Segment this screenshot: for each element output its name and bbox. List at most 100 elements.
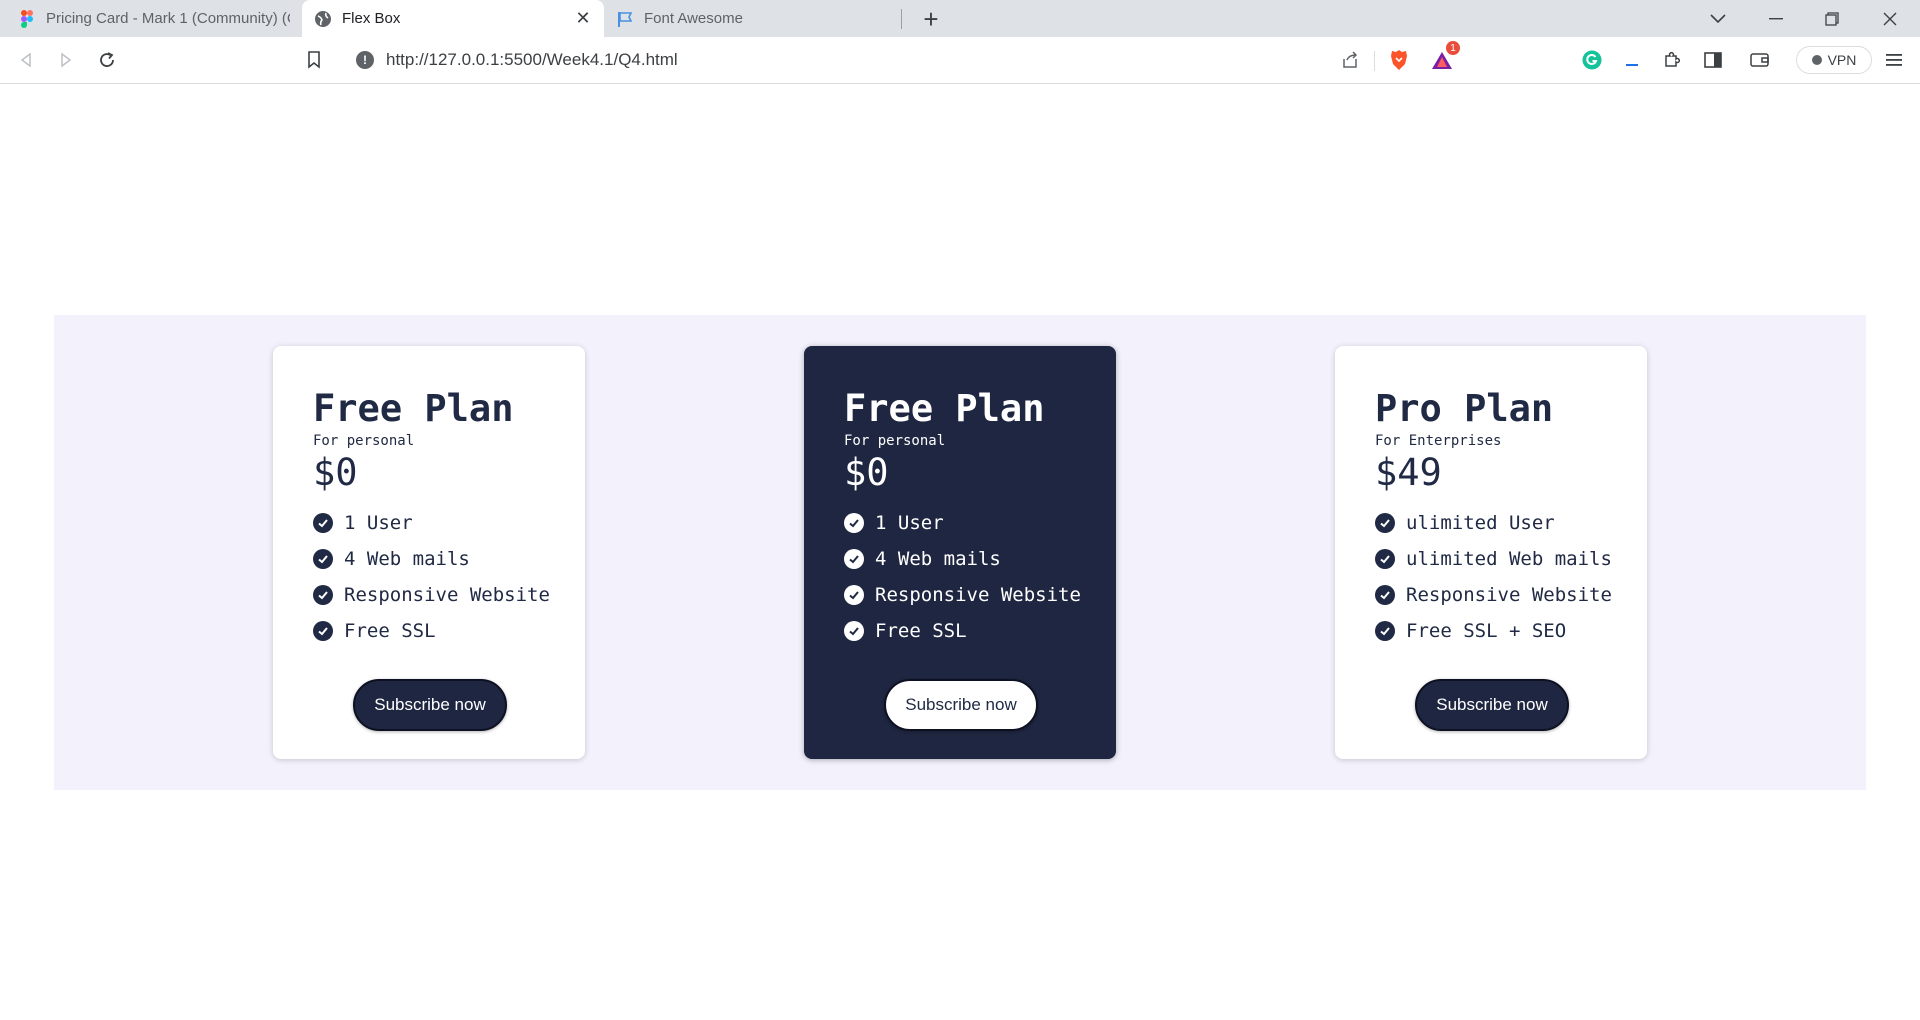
feature-item: Responsive Website [844,577,1116,613]
brave-rewards-button[interactable]: 1 [1428,41,1460,74]
restore-button[interactable] [1804,0,1860,37]
wallet-icon [1750,53,1769,67]
feature-item: Responsive Website [313,577,585,613]
minimize-icon [1769,17,1783,19]
plan-title: Free Plan [313,387,514,430]
window-close-button[interactable] [1862,0,1918,37]
plan-title: Free Plan [844,387,1045,430]
check-circle-icon [1375,513,1395,533]
chevron-down-icon [1710,13,1726,23]
sidebar-button[interactable] [1699,46,1727,74]
share-button[interactable] [1336,46,1364,74]
check-circle-icon [313,513,333,533]
check-circle-icon [313,549,333,569]
toolbar-divider [1374,51,1375,71]
brave-shields-button[interactable] [1385,46,1413,74]
extension-button[interactable] [1618,46,1646,74]
feature-item: 1 User [313,505,585,541]
check-circle-icon [313,585,333,605]
feature-item: 4 Web mails [313,541,585,577]
menu-button[interactable] [1880,46,1908,74]
feature-label: 1 User [344,512,413,534]
extensions-button[interactable] [1658,46,1686,74]
feature-item: ulimited User [1375,505,1647,541]
plan-price: $0 [313,451,358,494]
vpn-status-icon [1811,55,1822,65]
pricing-card-pro: Pro Plan For Enterprises $49 ulimited Us… [1335,346,1647,759]
feature-item: 4 Web mails [844,541,1116,577]
subscribe-button[interactable]: Subscribe now [884,679,1038,731]
plan-subtitle: For personal [844,433,946,449]
restore-icon [1825,11,1839,26]
tab-title: Pricing Card - Mark 1 (Community) (Co [46,10,290,27]
plan-price: $0 [844,451,889,494]
check-circle-icon [1375,585,1395,605]
tab-flex-box[interactable]: Flex Box ✕ [302,0,604,37]
feature-list: 1 User 4 Web mails Responsive Website Fr… [313,505,585,649]
feature-item: ulimited Web mails [1375,541,1647,577]
feature-label: Responsive Website [344,584,550,606]
back-icon [20,52,31,68]
feature-label: 4 Web mails [875,548,1001,570]
bookmark-button[interactable] [300,46,328,74]
feature-label: ulimited Web mails [1406,548,1612,570]
feature-item: Free SSL [313,613,585,649]
brave-lion-icon [1391,50,1407,70]
pricing-section: Free Plan For personal $0 1 User 4 Web m… [54,315,1866,790]
feature-label: 4 Web mails [344,548,470,570]
address-bar[interactable]: ! http://127.0.0.1:5500/Week4.1/Q4.html [342,43,1462,77]
plan-subtitle: For personal [313,433,415,449]
tab-pricing-card[interactable]: Pricing Card - Mark 1 (Community) (Co [6,0,302,37]
feature-item: 1 User [844,505,1116,541]
subscribe-button[interactable]: Subscribe now [353,679,507,731]
feature-label: Free SSL [344,620,436,642]
check-circle-icon [844,549,864,569]
close-icon[interactable]: ✕ [574,8,592,28]
plan-title: Pro Plan [1375,387,1554,430]
tab-title: Flex Box [342,10,401,27]
reload-button[interactable] [93,46,121,74]
vpn-button[interactable]: VPN [1796,46,1872,74]
url-text[interactable]: http://127.0.0.1:5500/Week4.1/Q4.html [386,50,678,70]
check-circle-icon [844,513,864,533]
plan-price: $49 [1375,451,1442,494]
feature-list: 1 User 4 Web mails Responsive Website Fr… [844,505,1116,649]
underscore-icon [1626,64,1638,66]
check-circle-icon [1375,549,1395,569]
bookmark-icon [308,51,320,69]
browser-toolbar: ! http://127.0.0.1:5500/Week4.1/Q4.html … [0,37,1920,84]
feature-label: Free SSL + SEO [1406,620,1567,642]
info-icon[interactable]: ! [356,51,374,69]
forward-icon [61,52,72,68]
vpn-label: VPN [1827,52,1857,68]
feature-label: Responsive Website [875,584,1081,606]
subscribe-button[interactable]: Subscribe now [1415,679,1569,731]
close-icon [1883,12,1897,25]
feature-item: Free SSL [844,613,1116,649]
tab-strip: Pricing Card - Mark 1 (Community) (Co Fl… [0,0,1920,37]
tab-search-button[interactable] [1690,0,1746,37]
back-button[interactable] [12,46,40,74]
flag-icon [616,10,634,28]
pricing-card-free-dark: Free Plan For personal $0 1 User 4 Web m… [804,346,1116,759]
grammarly-button[interactable] [1578,46,1606,74]
notification-badge: 1 [1446,41,1460,55]
minimize-button[interactable] [1748,0,1804,37]
check-circle-icon [844,585,864,605]
feature-label: ulimited User [1406,512,1555,534]
hamburger-icon [1886,54,1902,66]
share-icon [1343,51,1358,68]
tab-font-awesome[interactable]: Font Awesome [604,0,900,37]
check-circle-icon [844,621,864,641]
check-circle-icon [1375,621,1395,641]
forward-button[interactable] [52,46,80,74]
new-tab-button[interactable]: + [916,4,946,34]
feature-item: Free SSL + SEO [1375,613,1647,649]
grammarly-icon [1582,50,1602,70]
puzzle-icon [1665,51,1681,67]
feature-label: Free SSL [875,620,967,642]
figma-icon [18,9,36,28]
wallet-button[interactable] [1746,46,1774,74]
feature-item: Responsive Website [1375,577,1647,613]
feature-list: ulimited User ulimited Web mails Respons… [1375,505,1647,649]
